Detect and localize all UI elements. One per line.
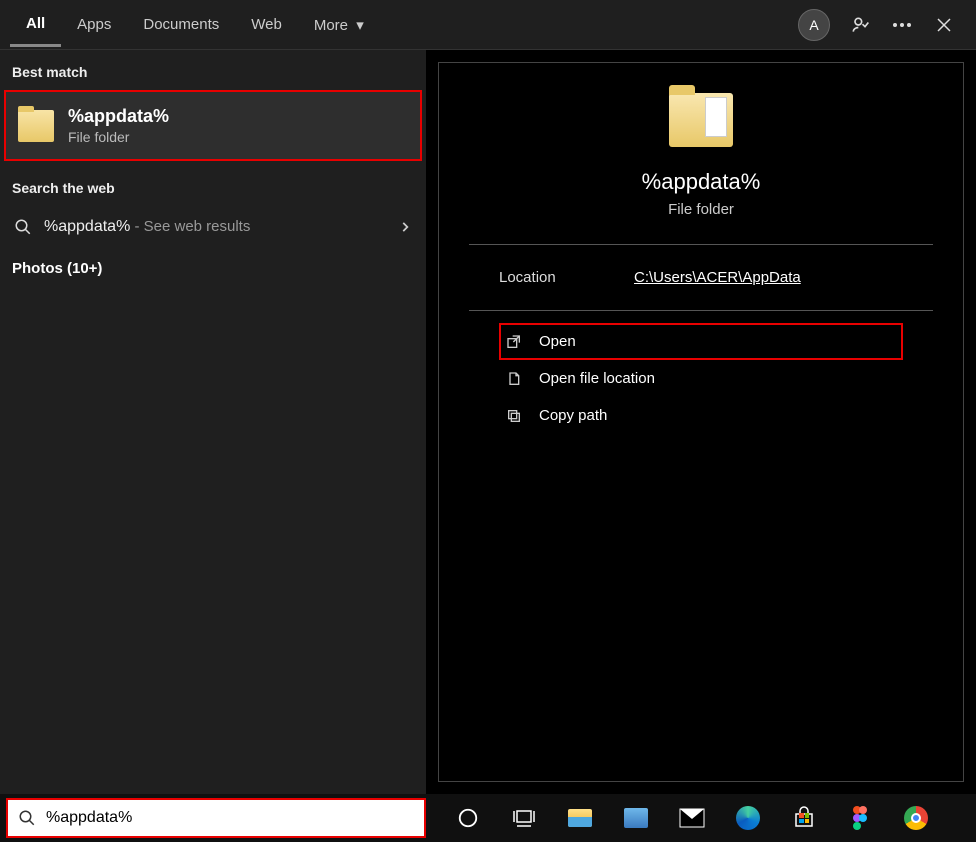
preview-pane: %appdata% File folder Location C:\Users\… [426, 50, 976, 794]
user-avatar[interactable]: A [798, 9, 830, 41]
web-search-result[interactable]: %appdata% - See web results [0, 206, 426, 248]
result-subtitle: File folder [68, 129, 169, 145]
tab-all[interactable]: All [10, 3, 61, 47]
result-title: %appdata% [68, 106, 169, 127]
action-label: Copy path [539, 407, 607, 424]
open-icon [505, 334, 523, 350]
more-options-icon[interactable] [890, 13, 914, 37]
location-path[interactable]: C:\Users\ACER\AppData [634, 269, 801, 286]
chrome-icon[interactable] [902, 804, 930, 832]
best-match-result[interactable]: %appdata% File folder [4, 90, 422, 161]
web-query: %appdata% [44, 218, 130, 235]
mail-icon[interactable] [678, 804, 706, 832]
task-view-icon[interactable] [510, 804, 538, 832]
photos-category[interactable]: Photos (10+) [0, 248, 426, 289]
close-icon[interactable] [932, 13, 956, 37]
filter-tabs: All Apps Documents Web More ▾ A [0, 0, 976, 50]
figma-icon[interactable] [846, 804, 874, 832]
action-label: Open file location [539, 370, 655, 387]
taskbar-search[interactable] [6, 798, 426, 838]
search-panel: All Apps Documents Web More ▾ A Best mat… [0, 0, 976, 794]
action-label: Open [539, 333, 576, 350]
action-copy-path[interactable]: Copy path [499, 397, 903, 434]
file-explorer-icon[interactable] [566, 804, 594, 832]
search-icon [14, 218, 32, 236]
file-location-icon [505, 371, 523, 387]
taskbar [0, 794, 976, 842]
folder-icon [18, 110, 54, 142]
tab-apps[interactable]: Apps [61, 4, 127, 45]
search-web-header: Search the web [0, 166, 426, 206]
folder-icon [669, 93, 733, 147]
preview-subtitle: File folder [668, 201, 734, 218]
cortana-icon[interactable] [454, 804, 482, 832]
location-label: Location [499, 269, 634, 286]
copy-icon [505, 408, 523, 424]
action-open-file-location[interactable]: Open file location [499, 360, 903, 397]
search-icon [18, 809, 36, 827]
edge-icon[interactable] [734, 804, 762, 832]
store-icon[interactable] [790, 804, 818, 832]
tab-web[interactable]: Web [235, 4, 298, 45]
preview-title: %appdata% [642, 169, 761, 195]
search-input[interactable] [46, 809, 414, 827]
tab-more[interactable]: More ▾ [298, 4, 380, 46]
best-match-header: Best match [0, 50, 426, 90]
feedback-icon[interactable] [848, 13, 872, 37]
action-open[interactable]: Open [499, 323, 903, 360]
chevron-right-icon [398, 220, 412, 234]
web-hint: - See web results [130, 218, 250, 235]
results-pane: Best match %appdata% File folder Search … [0, 50, 426, 794]
app-icon-1[interactable] [622, 804, 650, 832]
tab-documents[interactable]: Documents [127, 4, 235, 45]
chevron-down-icon: ▾ [356, 17, 364, 34]
